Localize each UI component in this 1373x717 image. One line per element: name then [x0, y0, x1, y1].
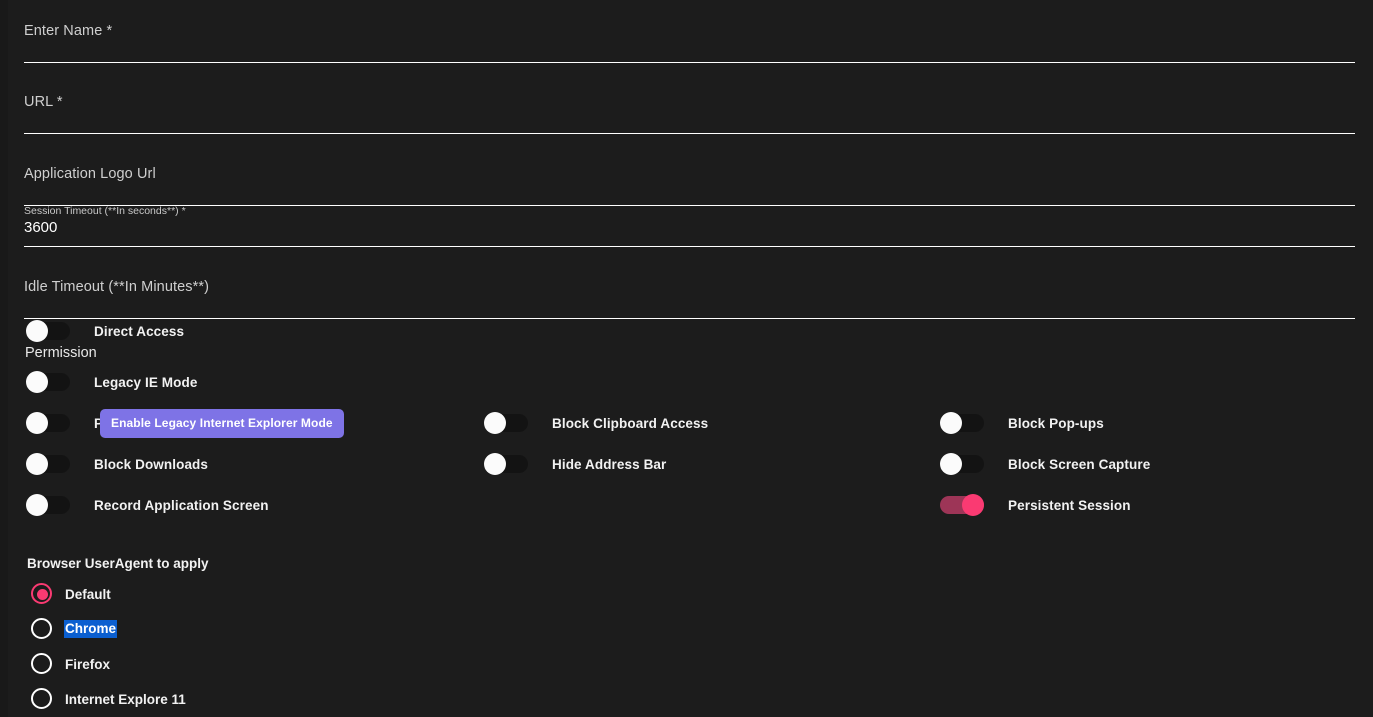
session-timeout-label: Session Timeout (**In seconds**) *	[24, 205, 186, 217]
toggle-row-block-screen-capture[interactable]: Block Screen Capture	[940, 453, 1150, 475]
radio-internet-explore-11-icon[interactable]	[30, 687, 54, 711]
radio-option-default[interactable]: Default	[30, 582, 111, 606]
toggle-row-record-application-screen[interactable]: Record Application Screen	[26, 494, 269, 516]
application-logo-url-label: Application Logo Url	[24, 166, 156, 182]
toggle-row-direct-access[interactable]: Direct Access	[26, 320, 184, 342]
block-screen-capture-label: Block Screen Capture	[1008, 456, 1151, 472]
toggle-row-legacy-ie-mode[interactable]: Legacy IE Mode	[26, 371, 197, 393]
application-config-form: Enter Name * URL * Application Logo Url …	[0, 0, 1373, 717]
radio-default-label: Default	[65, 586, 111, 602]
session-timeout-value[interactable]: 3600	[24, 218, 1355, 238]
toggle-row-block-clipboard-access[interactable]: Block Clipboard Access	[484, 412, 708, 434]
record-application-screen-label: Record Application Screen	[94, 497, 269, 513]
legacy-ie-mode-switch[interactable]	[26, 371, 70, 393]
toggle-row-persistent-session[interactable]: Persistent Session	[940, 494, 1131, 516]
radio-firefox-label: Firefox	[65, 656, 111, 672]
radio-option-chrome[interactable]: Chrome	[30, 617, 118, 641]
idle-timeout-underline	[24, 318, 1355, 319]
radio-option-internet-explore-11[interactable]: Internet Explore 11	[30, 687, 186, 711]
enter-name-label: Enter Name *	[24, 23, 113, 39]
switch-knob	[940, 412, 962, 434]
block-clipboard-access-label: Block Clipboard Access	[552, 415, 709, 431]
block-downloads-switch[interactable]	[26, 453, 70, 475]
url-label: URL *	[24, 94, 63, 110]
enter-name-underline	[24, 62, 1355, 63]
block-pop-ups-switch[interactable]	[940, 412, 984, 434]
toggle-row-block-downloads[interactable]: Block Downloads	[26, 453, 208, 475]
idle-timeout-label: Idle Timeout (**In Minutes**)	[24, 279, 210, 295]
radio-firefox-icon[interactable]	[30, 652, 54, 676]
block-screen-capture-switch[interactable]	[940, 453, 984, 475]
block-clipboard-access-switch[interactable]	[484, 412, 528, 434]
record-application-screen-switch[interactable]	[26, 494, 70, 516]
url-field[interactable]: URL *	[24, 92, 1355, 134]
switch-knob	[484, 412, 506, 434]
idle-timeout-field[interactable]: Idle Timeout (**In Minutes**)	[24, 277, 1355, 319]
radio-internet-explore-11-label: Internet Explore 11	[65, 691, 186, 707]
application-logo-url-field[interactable]: Application Logo Url	[24, 164, 1355, 206]
direct-access-label: Direct Access	[94, 323, 185, 339]
session-timeout-underline	[24, 246, 1355, 247]
radio-default-icon[interactable]	[30, 582, 54, 606]
block-pop-ups-label: Block Pop-ups	[1008, 415, 1104, 431]
switch-knob	[26, 453, 48, 475]
switch-knob	[962, 494, 984, 516]
browser-useragent-title: Browser UserAgent to apply	[27, 556, 209, 571]
switch-knob	[484, 453, 506, 475]
radio-chrome-label: Chrome	[64, 620, 118, 638]
switch-knob	[26, 320, 48, 342]
prevent-switch[interactable]	[26, 412, 70, 434]
persistent-session-label: Persistent Session	[1008, 497, 1131, 513]
radio-dot	[37, 659, 48, 670]
block-downloads-label: Block Downloads	[94, 456, 209, 472]
radio-option-firefox[interactable]: Firefox	[30, 652, 110, 676]
direct-access-switch[interactable]	[26, 320, 70, 342]
switch-knob	[26, 371, 48, 393]
radio-dot	[37, 694, 48, 705]
switch-knob	[26, 494, 48, 516]
radio-dot	[37, 624, 48, 635]
radio-chrome-icon[interactable]	[30, 617, 54, 641]
toggle-row-hide-address-bar[interactable]: Hide Address Bar	[484, 453, 666, 475]
url-underline	[24, 133, 1355, 134]
legacy-ie-mode-tooltip: Enable Legacy Internet Explorer Mode	[100, 409, 344, 438]
enter-name-field[interactable]: Enter Name *	[24, 21, 1355, 63]
toggle-row-block-pop-ups[interactable]: Block Pop-ups	[940, 412, 1104, 434]
legacy-ie-mode-label: Legacy IE Mode	[94, 374, 198, 390]
switch-knob	[26, 412, 48, 434]
hide-address-bar-switch[interactable]	[484, 453, 528, 475]
hide-address-bar-label: Hide Address Bar	[552, 456, 667, 472]
radio-dot	[36, 588, 48, 600]
permission-text: Permission	[25, 345, 97, 361]
persistent-session-switch[interactable]	[940, 494, 984, 516]
switch-knob	[940, 453, 962, 475]
session-timeout-field[interactable]: Session Timeout (**In seconds**) * 3600	[24, 205, 1355, 247]
